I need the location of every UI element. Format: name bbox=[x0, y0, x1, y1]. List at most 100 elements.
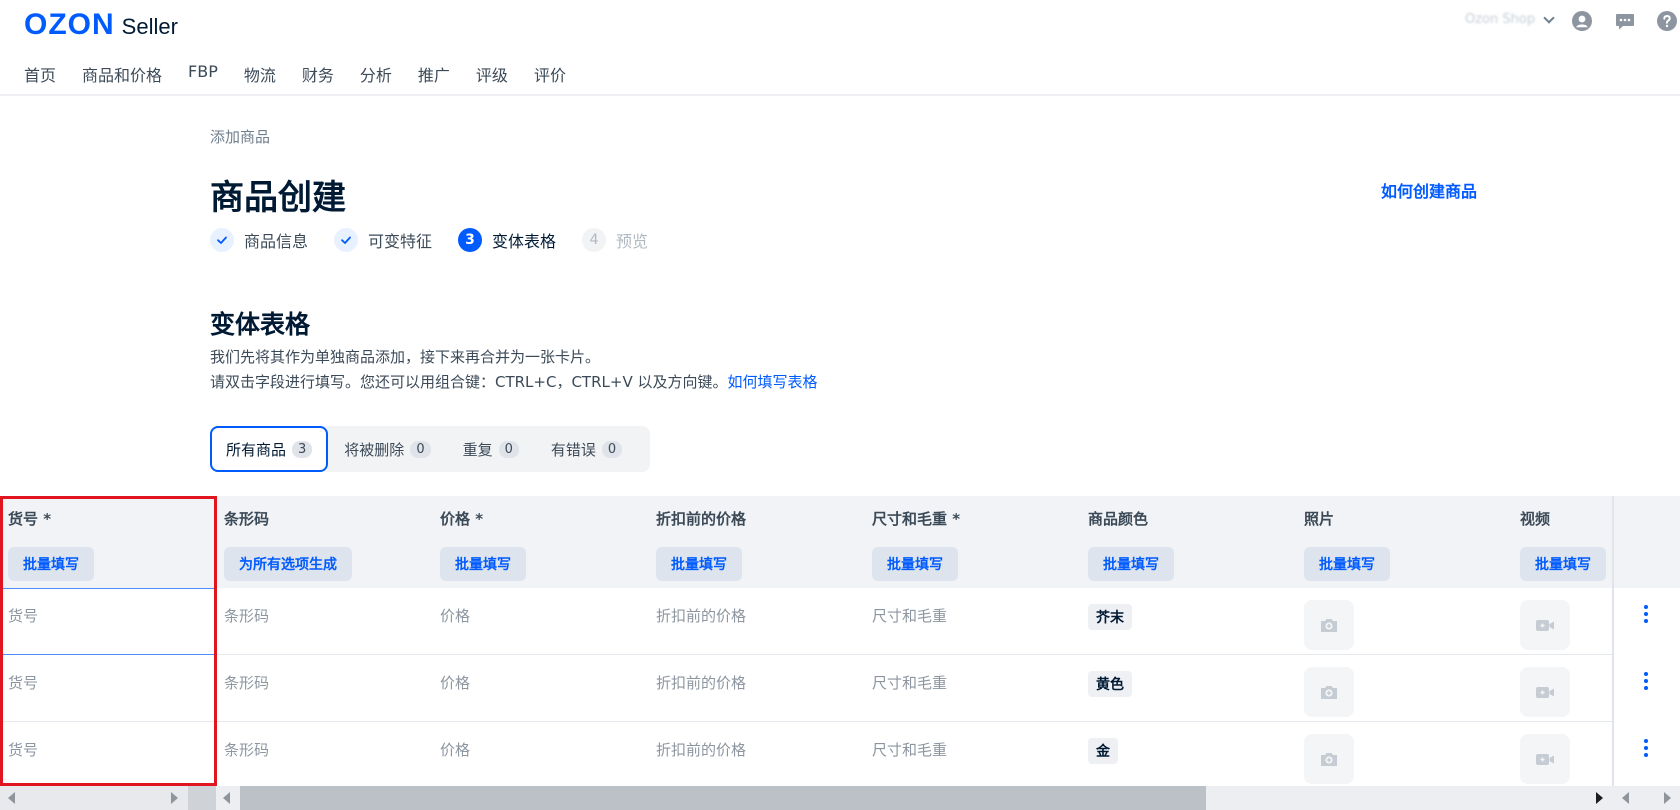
scroll-left-arrow-icon[interactable] bbox=[1622, 792, 1629, 804]
column-label: 折扣前的价格 bbox=[656, 510, 747, 528]
sku-cell[interactable]: 货号 bbox=[0, 588, 216, 655]
scroll-left-arrow-icon[interactable] bbox=[223, 792, 230, 804]
column-label: 视频 bbox=[1520, 510, 1551, 528]
nav-reviews[interactable]: 评价 bbox=[534, 62, 566, 86]
check-icon bbox=[210, 228, 234, 252]
section-title: 变体表格 bbox=[210, 310, 311, 339]
scroll-right-arrow-icon[interactable] bbox=[1664, 792, 1671, 804]
nav-logistics[interactable]: 物流 bbox=[244, 62, 276, 86]
step-number: 3 bbox=[458, 228, 483, 252]
stepper: 商品信息 可变特征 3 变体表格 4 预览 bbox=[210, 228, 674, 252]
column-old-price: 折扣前的价格 批量填写 bbox=[648, 496, 864, 588]
nav-promotion[interactable]: 推广 bbox=[418, 62, 450, 86]
nav-home[interactable]: 首页 bbox=[24, 62, 56, 86]
dimensions-cell[interactable]: 尺寸和毛重 bbox=[864, 655, 1080, 722]
more-vertical-icon[interactable] bbox=[1636, 669, 1656, 693]
old-price-cell[interactable]: 折扣前的价格 bbox=[648, 655, 864, 722]
add-video-button[interactable] bbox=[1520, 600, 1570, 650]
chat-icon[interactable] bbox=[1615, 11, 1635, 31]
scrollbar-thumb[interactable] bbox=[240, 786, 1206, 810]
table-row: 货号 条形码 价格 折扣前的价格 尺寸和毛重 黄色 bbox=[0, 655, 1612, 722]
add-video-button[interactable] bbox=[1520, 734, 1570, 784]
add-photo-icon bbox=[1321, 686, 1337, 699]
sku-cell[interactable]: 货号 bbox=[0, 655, 216, 722]
logo-product: Seller bbox=[121, 14, 178, 39]
breadcrumb[interactable]: 添加商品 bbox=[210, 126, 270, 147]
how-to-fill-table-link[interactable]: 如何填写表格 bbox=[727, 373, 817, 391]
price-cell[interactable]: 价格 bbox=[432, 588, 648, 655]
column-label: 尺寸和毛重 * bbox=[872, 510, 961, 528]
add-video-button[interactable] bbox=[1520, 667, 1570, 717]
barcode-cell[interactable]: 条形码 bbox=[216, 655, 432, 722]
dimensions-cell[interactable]: 尺寸和毛重 bbox=[864, 588, 1080, 655]
barcode-cell[interactable]: 条形码 bbox=[216, 722, 432, 789]
dimensions-cell[interactable]: 尺寸和毛重 bbox=[864, 722, 1080, 789]
video-cell bbox=[1512, 722, 1612, 789]
tab-with-errors[interactable]: 有错误 0 bbox=[535, 426, 638, 472]
more-vertical-icon[interactable] bbox=[1636, 736, 1656, 760]
add-photo-button[interactable] bbox=[1304, 600, 1354, 650]
video-cell bbox=[1512, 588, 1612, 655]
tab-label: 将被删除 bbox=[344, 440, 405, 459]
tab-label: 所有商品 bbox=[226, 440, 287, 459]
more-vertical-icon[interactable] bbox=[1636, 602, 1656, 626]
nav-analytics[interactable]: 分析 bbox=[360, 62, 392, 86]
price-placeholder: 价格 bbox=[440, 607, 471, 625]
column-video: 视频 批量填写 bbox=[1512, 496, 1612, 588]
tab-duplicates[interactable]: 重复 0 bbox=[447, 426, 535, 472]
ozon-seller-logo[interactable]: OZON Seller bbox=[24, 8, 178, 42]
how-to-create-product-link[interactable]: 如何创建商品 bbox=[1381, 178, 1477, 202]
barcode-cell[interactable]: 条形码 bbox=[216, 588, 432, 655]
photo-cell bbox=[1296, 655, 1512, 722]
page-title: 商品创建 bbox=[210, 178, 346, 218]
column-label: 商品颜色 bbox=[1088, 510, 1149, 528]
sku-cell[interactable]: 货号 bbox=[0, 722, 216, 789]
nav-rating[interactable]: 评级 bbox=[476, 62, 508, 86]
scroll-right-arrow-icon[interactable] bbox=[1596, 792, 1603, 804]
section-instructions: 请双击字段进行填写。您还可以用组合键：CTRL+C，CTRL+V 以及方向键。如… bbox=[210, 371, 818, 392]
tab-to-be-deleted[interactable]: 将被删除 0 bbox=[328, 426, 446, 472]
bulk-fill-old-price-button[interactable]: 批量填写 bbox=[656, 547, 742, 581]
logo-brand: OZON bbox=[24, 8, 115, 41]
account-switcher[interactable]: Ozon Shop bbox=[1465, 11, 1555, 27]
bulk-fill-dimensions-button[interactable]: 批量填写 bbox=[872, 547, 958, 581]
price-cell[interactable]: 价格 bbox=[432, 655, 648, 722]
color-tag[interactable]: 黄色 bbox=[1088, 671, 1132, 697]
profile-icon[interactable] bbox=[1572, 11, 1592, 31]
tab-count: 0 bbox=[498, 440, 519, 458]
dimensions-placeholder: 尺寸和毛重 bbox=[872, 607, 948, 625]
bulk-fill-video-button[interactable]: 批量填写 bbox=[1520, 547, 1606, 581]
add-video-icon bbox=[1536, 754, 1554, 765]
step-variant-table[interactable]: 3 变体表格 bbox=[458, 228, 556, 252]
frozen-column-scrollbar[interactable] bbox=[0, 786, 188, 810]
add-photo-button[interactable] bbox=[1304, 734, 1354, 784]
nav-products-prices[interactable]: 商品和价格 bbox=[82, 62, 162, 86]
step-product-info[interactable]: 商品信息 bbox=[210, 228, 308, 252]
price-placeholder: 价格 bbox=[440, 674, 471, 692]
step-label: 商品信息 bbox=[244, 232, 309, 251]
generate-barcodes-button[interactable]: 为所有选项生成 bbox=[224, 547, 352, 581]
help-icon[interactable] bbox=[1657, 11, 1677, 31]
scroll-left-arrow-icon[interactable] bbox=[8, 792, 15, 804]
step-variant-attributes[interactable]: 可变特征 bbox=[334, 228, 432, 252]
bulk-fill-color-button[interactable]: 批量填写 bbox=[1088, 547, 1174, 581]
dimensions-placeholder: 尺寸和毛重 bbox=[872, 674, 948, 692]
column-sku: 货号 * 批量填写 bbox=[0, 496, 216, 588]
old-price-placeholder: 折扣前的价格 bbox=[656, 674, 747, 692]
tab-label: 有错误 bbox=[550, 440, 596, 459]
add-photo-button[interactable] bbox=[1304, 667, 1354, 717]
tab-count: 3 bbox=[292, 440, 313, 458]
old-price-cell[interactable]: 折扣前的价格 bbox=[648, 588, 864, 655]
bulk-fill-price-button[interactable]: 批量填写 bbox=[440, 547, 526, 581]
bulk-fill-photo-button[interactable]: 批量填写 bbox=[1304, 547, 1390, 581]
color-tag[interactable]: 芥末 bbox=[1088, 604, 1132, 630]
color-tag[interactable]: 金 bbox=[1088, 738, 1118, 764]
nav-fbp[interactable]: FBP bbox=[188, 62, 218, 86]
bulk-fill-sku-button[interactable]: 批量填写 bbox=[8, 547, 94, 581]
tab-all-products[interactable]: 所有商品 3 bbox=[210, 426, 329, 472]
scroll-right-arrow-icon[interactable] bbox=[171, 792, 178, 804]
column-color: 商品颜色 批量填写 bbox=[1080, 496, 1296, 588]
old-price-cell[interactable]: 折扣前的价格 bbox=[648, 722, 864, 789]
price-cell[interactable]: 价格 bbox=[432, 722, 648, 789]
nav-finance[interactable]: 财务 bbox=[302, 62, 334, 86]
